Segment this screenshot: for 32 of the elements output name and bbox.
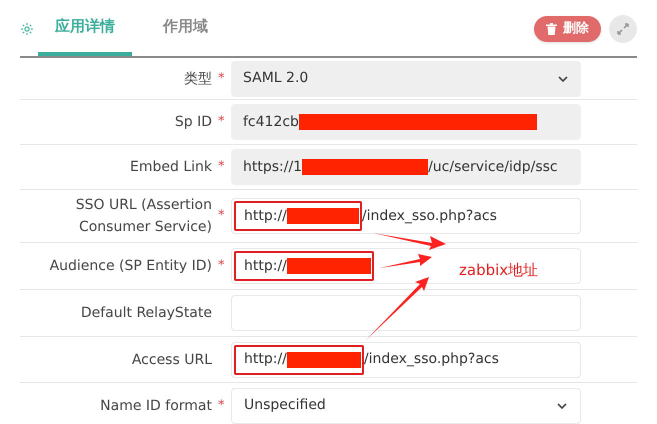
expand-icon [617,23,629,35]
field-label: Embed Link [130,158,212,177]
trash-icon [546,23,557,35]
input-field[interactable] [231,295,581,331]
field-value-text: fc412cb [243,112,299,132]
field-label: SSO URL (Assertion Consumer Service) [74,196,212,237]
field-label: Audience (SP Entity ID) [50,257,212,276]
field-value-text: https://1 [243,158,302,176]
expand-button[interactable] [609,15,637,43]
field-label: Sp ID [174,113,212,132]
field-label: Access URL [132,350,212,370]
field-value-text: http:// [244,256,287,276]
field-label: Name ID format [100,396,212,416]
field-label: 类型 [184,70,212,88]
field-value-text: http:// [244,350,287,369]
field-label: Default RelayState [80,304,212,323]
required-mark: * [218,70,224,86]
required-mark: * [218,208,224,224]
tab[interactable]: 作用域 [146,0,225,56]
input-field[interactable]: http:// /index_sso.php?acs [231,198,581,234]
select-field[interactable]: Unspecified [231,388,581,424]
required-mark: * [218,159,224,174]
input-field[interactable]: http:// /index_sso.php?acs [231,342,581,378]
required-mark: * [218,398,224,413]
required-mark: * [218,114,224,130]
annotation-note: zabbix地址 [459,260,538,281]
field-value-text: /index_sso.php?acs [362,206,497,226]
field-value-text: http:// [244,206,287,226]
field-value-text: /index_sso.php?acs [364,350,499,369]
required-mark: * [218,258,224,274]
field-value-text: /uc/service/idp/ssc [428,158,558,176]
settings-icon [20,22,34,36]
